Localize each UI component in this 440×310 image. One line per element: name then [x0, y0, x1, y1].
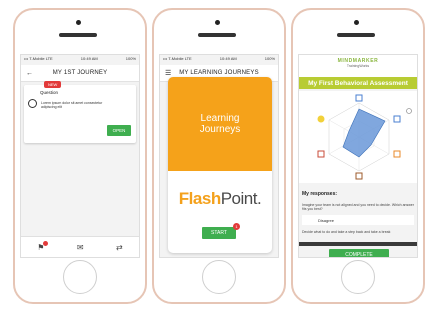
mail-icon[interactable]: ✉: [77, 243, 84, 252]
start-badge-count: 1: [233, 223, 240, 230]
square-icon-blue-2: [393, 115, 401, 123]
carrier-label: ••• T-Mobile LTE: [24, 56, 53, 61]
speaker-grille: [337, 33, 375, 37]
start-label: START: [211, 230, 227, 236]
status-bar: ••• T-Mobile LTE 10:49 AM 100%: [21, 55, 139, 65]
square-icon-blue: [355, 94, 363, 102]
page-title: MY 1ST JOURNEY: [52, 70, 108, 76]
question-text: Lorem ipsum dolor sit amet consectetur a…: [41, 101, 103, 110]
radar-chart: [299, 91, 417, 183]
journey-cover: Learning Journeys: [168, 77, 272, 171]
share-icon[interactable]: ⇄: [116, 243, 123, 252]
battery-label: 100%: [125, 56, 136, 61]
home-button[interactable]: [341, 260, 375, 294]
complete-button[interactable]: COMPLETE: [329, 249, 389, 257]
response-question-2: Decide what to do and take a step back a…: [302, 230, 391, 234]
hamburger-menu-icon[interactable]: ☰: [165, 69, 171, 77]
square-icon-brown: [355, 172, 363, 180]
screen-assessment: MINDMARKER TrainingWorks My First Behavi…: [298, 54, 418, 258]
mindmarker-sub: TrainingWorks: [346, 64, 370, 68]
response-answer-1: Disagree: [302, 215, 414, 225]
home-button[interactable]: [63, 260, 97, 294]
camera-dot: [76, 20, 81, 25]
clock-label: 10:49 AM: [219, 56, 237, 61]
home-button[interactable]: [202, 260, 236, 294]
back-arrow-icon[interactable]: ←: [26, 70, 33, 77]
radar-area: [342, 108, 386, 158]
flag-icon[interactable]: ⚑: [37, 240, 49, 252]
square-icon-orange: [393, 150, 401, 158]
bottom-nav: ⚑ ✉ ⇄: [21, 236, 139, 257]
speaker-grille: [198, 33, 236, 37]
learning-journey-card[interactable]: Learning Journeys FlashPoint. START 1: [168, 77, 272, 253]
phone-frame-3: MINDMARKER TrainingWorks My First Behavi…: [291, 8, 425, 304]
square-icon-red: [317, 150, 325, 158]
speaker-grille: [59, 33, 97, 37]
assessment-title: My First Behavioral Assessment: [299, 77, 417, 89]
start-button[interactable]: START 1: [202, 223, 240, 239]
new-badge: NEW: [44, 81, 62, 88]
brand-part2: Point: [220, 189, 258, 208]
response-question-1: Imagine your team is not aligned and you…: [302, 203, 414, 212]
flashpoint-logo: FlashPoint.: [168, 189, 272, 209]
screen-journey: ••• T-Mobile LTE 10:49 AM 100% ← MY 1ST …: [20, 54, 140, 258]
question-card[interactable]: NEW Question Lorem ipsum dolor sit amet …: [24, 81, 136, 143]
camera-dot: [354, 20, 359, 25]
phone-frame-1: ••• T-Mobile LTE 10:49 AM 100% ← MY 1ST …: [13, 8, 147, 304]
sun-icon: [317, 115, 325, 123]
divider-strip: [299, 242, 417, 246]
camera-dot: [215, 20, 220, 25]
app-header: MINDMARKER TrainingWorks: [299, 55, 417, 77]
nav-header: ← MY 1ST JOURNEY: [21, 65, 139, 82]
question-label: Question: [40, 90, 59, 95]
clock-label: 10:49 AM: [80, 56, 98, 61]
screen-learning-journeys: ••• T-Mobile LTE 10:49 AM 100% ☰ MY LEAR…: [159, 54, 279, 258]
battery-label: 100%: [264, 56, 275, 61]
carrier-label: ••• T-Mobile LTE: [163, 56, 192, 61]
status-bar: ••• T-Mobile LTE 10:49 AM 100%: [160, 55, 278, 65]
phone-frame-2: ••• T-Mobile LTE 10:49 AM 100% ☰ MY LEAR…: [152, 8, 286, 304]
notification-dot: [43, 240, 49, 246]
cover-title-line2: Journeys: [199, 124, 241, 135]
gear-icon: [406, 108, 412, 114]
open-button[interactable]: OPEN: [107, 125, 131, 136]
responses-heading: My responses:: [302, 191, 338, 197]
progress-circle-icon: [28, 99, 37, 108]
cover-title-line1: Learning: [200, 112, 240, 124]
brand-part1: Flash: [178, 189, 221, 208]
page-title: MY LEARNING JOURNEYS: [179, 70, 259, 76]
brand-dot: .: [256, 189, 262, 208]
